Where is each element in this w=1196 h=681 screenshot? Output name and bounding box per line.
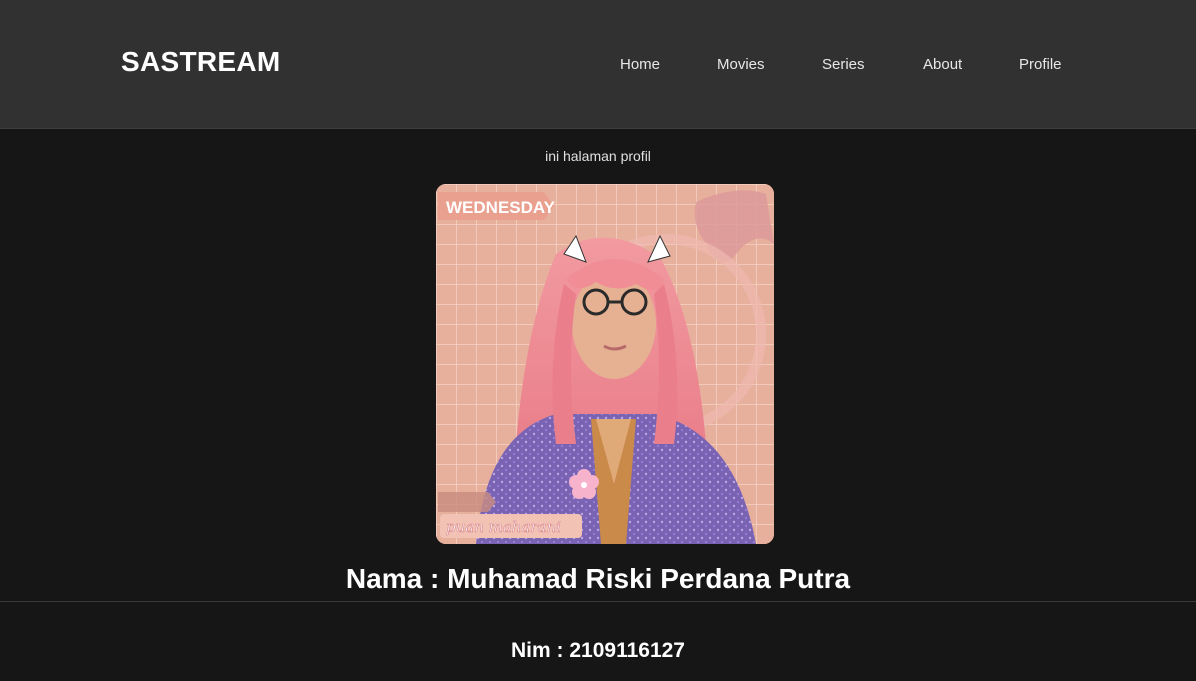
profile-photo: WEDNESDAY puan maharani (436, 184, 774, 544)
profile-nim: Nim : 2109116127 (511, 639, 685, 662)
profile-section: ini halaman profil WEDNESDAY puan mahara… (0, 130, 1196, 601)
nav-menu: Home Movies Series About Profile (0, 56, 1196, 76)
nav-home-link[interactable]: Home (620, 56, 660, 73)
nav-profile-link[interactable]: Profile (1019, 56, 1062, 73)
svg-text:puan maharani: puan maharani (446, 518, 561, 536)
nav-about-link[interactable]: About (923, 56, 962, 73)
nav-series-link[interactable]: Series (822, 56, 865, 73)
svg-text:WEDNESDAY: WEDNESDAY (446, 198, 556, 217)
page-caption: ini halaman profil (545, 148, 651, 164)
profile-footer: Nim : 2109116127 (0, 602, 1196, 681)
profile-name: Nama : Muhamad Riski Perdana Putra (345, 563, 851, 594)
nav-movies-link[interactable]: Movies (717, 56, 765, 73)
navbar: SASTREAM Home Movies Series About Profil… (0, 0, 1196, 129)
